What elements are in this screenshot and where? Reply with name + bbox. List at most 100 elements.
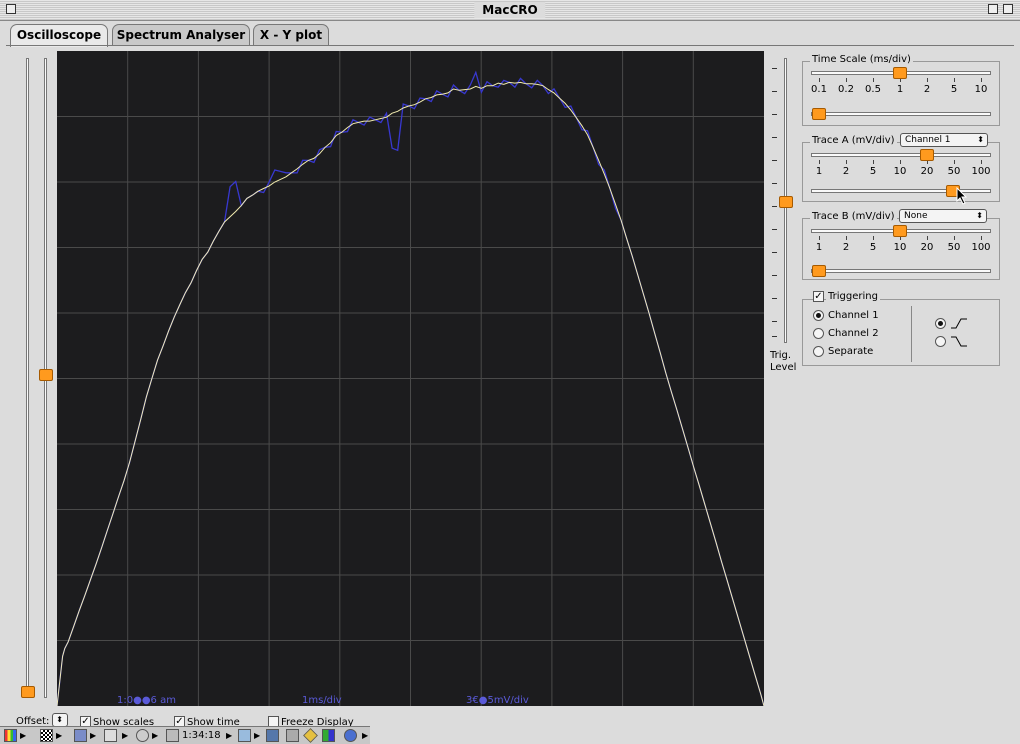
stepper-arrow-icon: ⬍ [56,715,63,724]
clock-icon[interactable] [166,729,179,742]
monitor-colors-icon[interactable] [4,729,17,742]
strip-arrow-icon[interactable]: ▶ [20,729,26,742]
trace-a-source-select[interactable]: Channel 1 ⬍ [900,133,988,147]
strip-arrow-icon[interactable]: ▶ [226,729,232,742]
monitor-depth-icon[interactable] [40,729,53,742]
slider-tick-mark [873,236,874,240]
slider-tick-label: 2 [923,84,931,95]
slider-tick-label: 0.5 [865,84,881,95]
tab-oscilloscope[interactable]: Oscilloscope [10,24,108,47]
zoom-box-icon[interactable] [988,4,998,14]
slider-tick-mark [819,160,820,164]
file-sharing-icon[interactable] [74,729,87,742]
slider-tick-label: 5 [950,84,958,95]
slider-tick-label: 10 [893,166,907,177]
strip-arrow-icon[interactable]: ▶ [122,729,128,742]
strip-arrow-icon[interactable]: ▶ [362,729,368,742]
location-manager-icon[interactable] [266,729,279,742]
trace-b-fine-thumb[interactable] [812,265,826,277]
scope-voltage-readout: 3€●5mV/div [466,695,529,706]
trace-b-offset-track[interactable] [26,58,29,698]
slider-tick-label: 1 [815,242,823,253]
slider-tick-mark [927,236,928,240]
radio-separate-label: Separate [828,346,874,357]
slider-tick-mark [900,160,901,164]
keychain-icon[interactable] [303,728,318,743]
slider-tick-label: 100 [971,166,991,177]
popup-arrow-icon: ⬍ [976,211,983,220]
trig-level-label: Level [770,362,797,373]
slider-tick-label: 5 [869,166,877,177]
slider-tick-mark [873,78,874,82]
trace-b-source-value: None [904,211,928,221]
time-scale-fine-thumb[interactable] [812,108,826,120]
slider-tick-mark [954,78,955,82]
radio-separate[interactable] [813,346,824,357]
radio-channel-1[interactable] [813,310,824,321]
trace-b-thumb[interactable] [893,225,907,237]
slider-tick-label: 0.1 [811,84,827,95]
slider-tick-mark [819,78,820,82]
oscilloscope-display: 1:0●●6 am 1ms/div 3€●5mV/div [57,51,764,706]
slider-tick-label: 10 [974,84,988,95]
printer-icon[interactable] [286,729,299,742]
offset-stepper[interactable]: ⬍ [52,713,68,727]
quicktime-icon[interactable] [344,729,357,742]
strip-arrow-icon[interactable]: ▶ [254,729,260,742]
close-box-icon[interactable] [6,4,16,14]
trace-a-thumb[interactable] [920,149,934,161]
music-note-icon[interactable] [238,729,251,742]
radio-slope-falling[interactable] [935,336,946,347]
collapse-box-icon[interactable] [1003,4,1013,14]
slider-tick-label: 0.2 [838,84,854,95]
trace-b-fine-track[interactable] [811,269,991,273]
slider-tick-mark [981,236,982,240]
slider-tick-mark [846,78,847,82]
tab-panel-border [6,45,1014,46]
popup-arrow-icon: ⬍ [977,135,984,144]
desktop-icon[interactable] [322,729,335,742]
slider-tick-mark [927,78,928,82]
trace-b-offset-thumb[interactable] [21,686,35,698]
trace-b-source-select[interactable]: None ⬍ [899,209,987,223]
time-scale-thumb[interactable] [893,67,907,79]
trace-a-offset-thumb[interactable] [39,369,53,381]
slider-tick-mark [846,236,847,240]
falling-edge-icon [951,336,967,347]
triggering-checkbox[interactable]: ✓ [813,291,824,302]
trig-level-thumb[interactable] [779,196,793,208]
slider-tick-label: 20 [920,242,934,253]
slider-tick-label: 2 [842,166,850,177]
scope-time-readout: 1:0●●6 am [117,695,176,706]
tab-xy-plot[interactable]: X - Y plot [253,24,329,46]
slider-tick-label: 20 [920,166,934,177]
strip-arrow-icon[interactable]: ▶ [90,729,96,742]
slider-tick-mark [819,236,820,240]
triggering-divider [911,306,912,362]
radio-channel-2[interactable] [813,328,824,339]
trace-b-label: Trace B (mV/div) [810,211,897,222]
window-titlebar[interactable]: MacCRO [0,0,1020,21]
radio-slope-rising[interactable] [935,318,946,329]
slider-tick-mark [954,160,955,164]
slider-tick-label: 100 [971,242,991,253]
strip-arrow-icon[interactable]: ▶ [152,729,158,742]
slider-tick-label: 1 [896,84,904,95]
radio-channel-1-label: Channel 1 [828,310,879,321]
scope-timescale-readout: 1ms/div [302,695,342,706]
tab-spectrum-analyser[interactable]: Spectrum Analyser [112,24,250,46]
scope-plot [57,51,764,706]
trace-a-track[interactable] [811,153,991,157]
taskbar-clock[interactable]: 1:34:18 [182,730,221,741]
window-title: MacCRO [474,2,546,18]
time-scale-label: Time Scale (ms/div) [810,54,913,65]
slider-tick-label: 50 [947,242,961,253]
slider-tick-label: 50 [947,166,961,177]
cd-player-icon[interactable] [136,729,149,742]
strip-arrow-icon[interactable]: ▶ [56,729,62,742]
rising-edge-icon [951,318,967,329]
time-scale-fine-track[interactable] [811,112,991,116]
slider-tick-mark [981,78,982,82]
speaker-volume-icon[interactable] [104,729,117,742]
trig-label: Trig. [770,350,792,361]
